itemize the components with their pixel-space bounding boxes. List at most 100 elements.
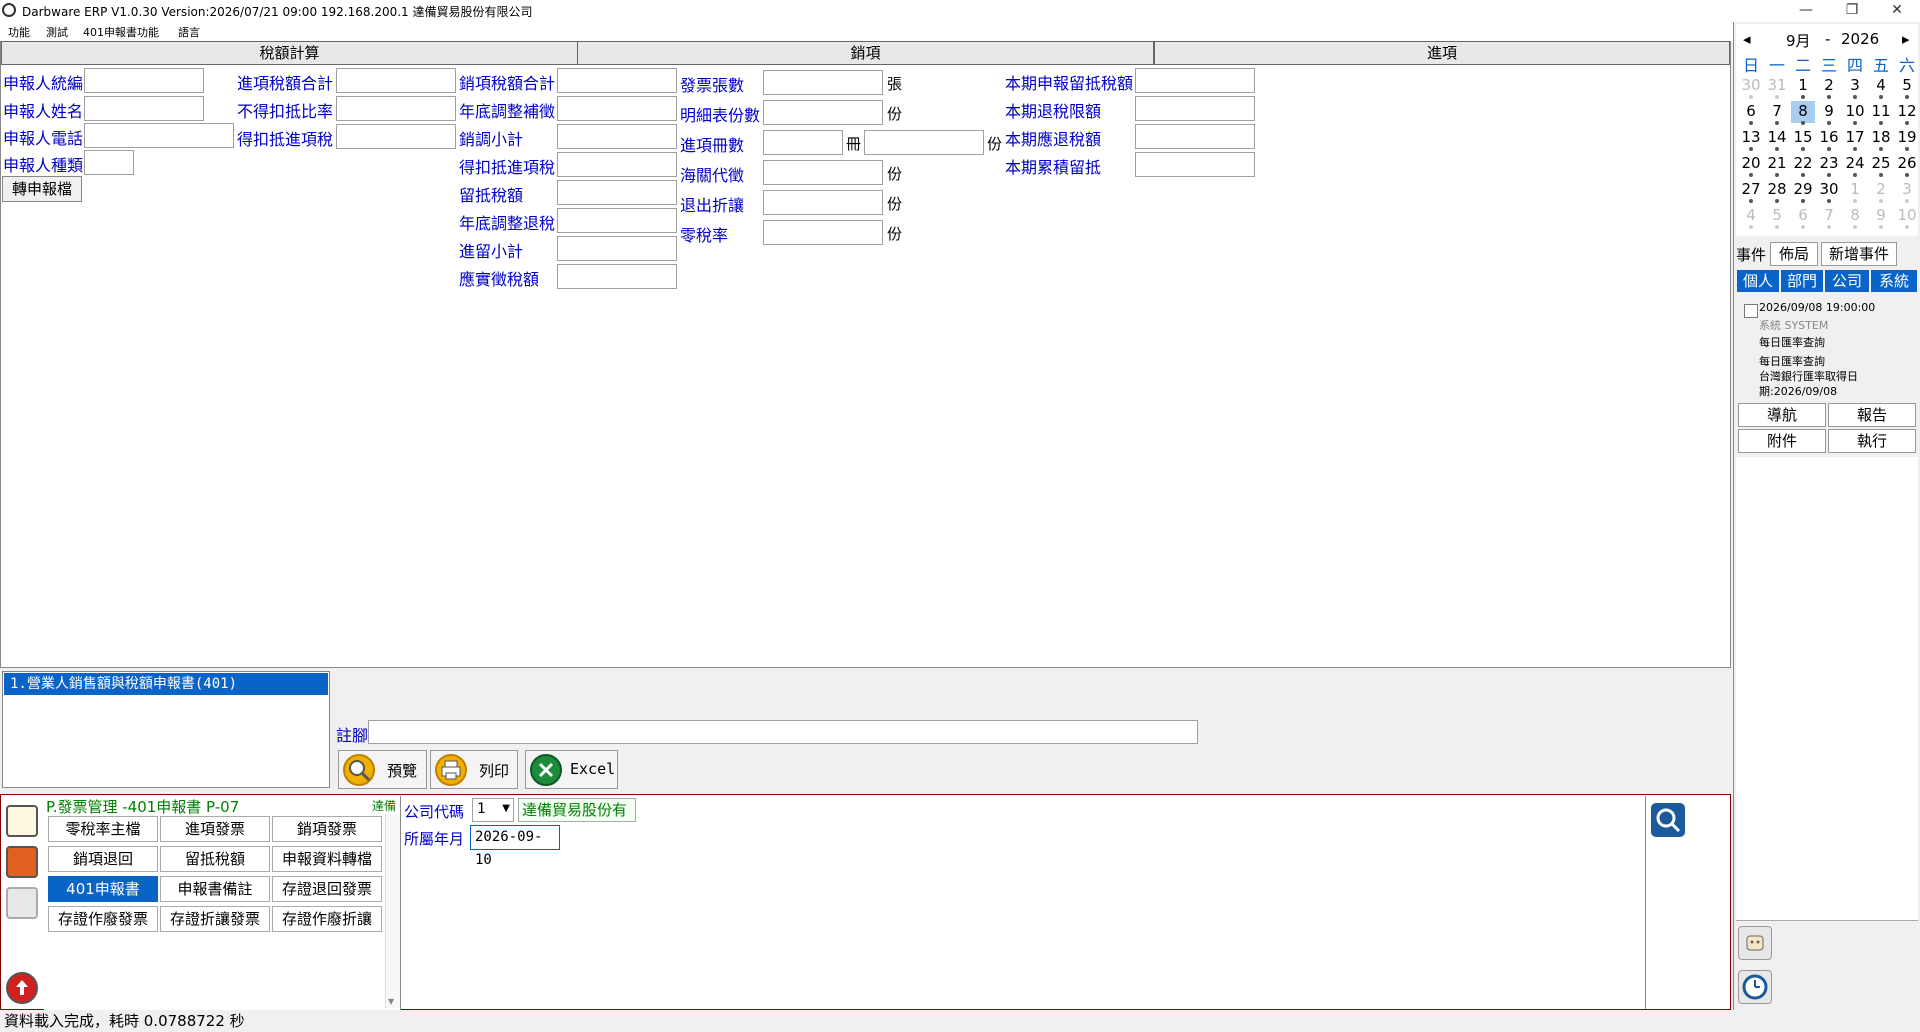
input-volumes-copies-field[interactable]: [864, 130, 984, 155]
clock-icon[interactable]: [1738, 970, 1772, 1004]
calendar-month[interactable]: 9月: [1786, 30, 1811, 51]
convert-file-button[interactable]: 轉申報檔: [2, 176, 82, 202]
calendar-day[interactable]: 2: [1816, 76, 1842, 94]
tab-company[interactable]: 公司: [1825, 270, 1869, 292]
calendar-day[interactable]: 2: [1868, 180, 1894, 198]
period-retained-credit-field[interactable]: [1135, 68, 1255, 93]
calendar-day[interactable]: 29: [1790, 180, 1816, 198]
execute-button[interactable]: 執行: [1828, 429, 1916, 453]
calendar-prev-icon[interactable]: ◂: [1743, 30, 1751, 48]
calendar-day[interactable]: 31: [1764, 76, 1790, 94]
calendar-day[interactable]: 8: [1842, 206, 1868, 224]
btn-output-invoices[interactable]: 銷項發票: [272, 816, 382, 842]
calendar-day[interactable]: 30: [1738, 76, 1764, 94]
yearend-supplement-field[interactable]: [557, 96, 677, 121]
deductible-input-tax-field[interactable]: [336, 124, 456, 149]
btn-archive-voided[interactable]: 存證作廢發票: [48, 906, 158, 932]
btn-archive-voided-allowance[interactable]: 存證作廢折讓: [272, 906, 382, 932]
invoice-count-field[interactable]: [763, 70, 883, 95]
calendar-day[interactable]: 1: [1842, 180, 1868, 198]
folder-icon[interactable]: [6, 887, 38, 919]
calendar-day[interactable]: 9: [1816, 102, 1842, 120]
tab-personal[interactable]: 個人: [1737, 270, 1779, 292]
layout-button[interactable]: 佈局: [1770, 242, 1818, 266]
input-tax-total-field[interactable]: [336, 68, 456, 93]
module-scrollbar[interactable]: ▼: [385, 814, 400, 1008]
tab-sales[interactable]: 銷項: [577, 41, 1154, 65]
calendar-day[interactable]: 9: [1868, 206, 1894, 224]
calendar-day[interactable]: 3: [1894, 180, 1920, 198]
declarant-id-field[interactable]: [84, 68, 204, 93]
detail-copies-field[interactable]: [763, 100, 883, 125]
btn-archive-allowance[interactable]: 存證折讓發票: [160, 906, 270, 932]
calendar-day[interactable]: 7: [1816, 206, 1842, 224]
refund-limit-field[interactable]: [1135, 96, 1255, 121]
calendar-day[interactable]: 16: [1816, 128, 1842, 146]
calendar-day[interactable]: 18: [1868, 128, 1894, 146]
menu-language[interactable]: 語言: [178, 24, 200, 40]
calendar-next-icon[interactable]: ▸: [1902, 30, 1910, 48]
robot-icon[interactable]: [1738, 926, 1772, 960]
tab-tax-calc[interactable]: 稅額計算: [1, 41, 578, 65]
calendar-day[interactable]: 28: [1764, 180, 1790, 198]
preview-button[interactable]: 預覽: [338, 750, 427, 789]
report-list[interactable]: 1.營業人銷售額與稅額申報書(401): [2, 671, 330, 788]
calendar-day[interactable]: 5: [1894, 76, 1920, 94]
footnote-input[interactable]: [368, 720, 1198, 744]
calendar-day[interactable]: 20: [1738, 154, 1764, 172]
calendar-day[interactable]: 8: [1790, 102, 1816, 120]
excel-button[interactable]: Excel: [525, 750, 618, 789]
report-list-item[interactable]: 1.營業人銷售額與稅額申報書(401): [4, 673, 328, 695]
tab-system[interactable]: 系統: [1871, 270, 1917, 292]
zero-rate-field[interactable]: [763, 220, 883, 245]
close-button[interactable]: ✕: [1874, 0, 1920, 22]
calendar-day[interactable]: 6: [1738, 102, 1764, 120]
btn-retained-tax[interactable]: 留抵稅額: [160, 846, 270, 872]
btn-declaration-transfer[interactable]: 申報資料轉檔: [272, 846, 382, 872]
minimize-button[interactable]: —: [1783, 0, 1829, 22]
new-event-button[interactable]: 新增事件: [1821, 242, 1897, 266]
calendar-day[interactable]: 17: [1842, 128, 1868, 146]
retained-tax-field[interactable]: [557, 180, 677, 205]
calendar-day[interactable]: 1: [1790, 76, 1816, 94]
calendar-day[interactable]: 26: [1894, 154, 1920, 172]
report-button[interactable]: 報告: [1828, 403, 1916, 427]
input-volumes-field[interactable]: [763, 130, 843, 155]
calendar-day[interactable]: 27: [1738, 180, 1764, 198]
event-checkbox[interactable]: [1744, 304, 1758, 318]
calendar-day[interactable]: 22: [1790, 154, 1816, 172]
btn-declaration-notes[interactable]: 申報書備註: [160, 876, 270, 902]
calendar-day[interactable]: 10: [1894, 206, 1920, 224]
refund-due-field[interactable]: [1135, 124, 1255, 149]
customs-collection-field[interactable]: [763, 160, 883, 185]
tab-purchases[interactable]: 進項: [1154, 41, 1730, 65]
sales-adjust-subtotal-field[interactable]: [557, 124, 677, 149]
upload-icon[interactable]: [6, 972, 38, 1004]
btn-sales-returns[interactable]: 銷項退回: [48, 846, 158, 872]
calendar-day[interactable]: 7: [1764, 102, 1790, 120]
yearend-refund-field[interactable]: [557, 208, 677, 233]
nondeductible-ratio-field[interactable]: [336, 96, 456, 121]
calendar-day[interactable]: 5: [1764, 206, 1790, 224]
navigate-button[interactable]: 導航: [1738, 403, 1826, 427]
flower-icon[interactable]: [6, 846, 38, 878]
btn-zero-rate-master[interactable]: 零稅率主檔: [48, 816, 158, 842]
calendar-day[interactable]: 4: [1738, 206, 1764, 224]
calendar-day[interactable]: 12: [1894, 102, 1920, 120]
company-code-select[interactable]: 1 ▼: [472, 798, 514, 822]
calendar-day[interactable]: 19: [1894, 128, 1920, 146]
calendar-day[interactable]: 3: [1842, 76, 1868, 94]
calendar-day[interactable]: 23: [1816, 154, 1842, 172]
deductible-input-tax-2-field[interactable]: [557, 152, 677, 177]
notes-icon[interactable]: [6, 805, 38, 837]
calendar-day[interactable]: 6: [1790, 206, 1816, 224]
returns-allowances-field[interactable]: [763, 190, 883, 215]
restore-button[interactable]: ❐: [1829, 0, 1875, 22]
calendar-day[interactable]: 21: [1764, 154, 1790, 172]
calendar-day[interactable]: 24: [1842, 154, 1868, 172]
actual-tax-payable-field[interactable]: [557, 264, 677, 289]
calendar-year[interactable]: 2026: [1841, 30, 1879, 48]
search-icon[interactable]: [1651, 803, 1685, 837]
output-tax-total-field[interactable]: [557, 68, 677, 93]
menu-401-functions[interactable]: 401申報書功能: [83, 24, 159, 40]
